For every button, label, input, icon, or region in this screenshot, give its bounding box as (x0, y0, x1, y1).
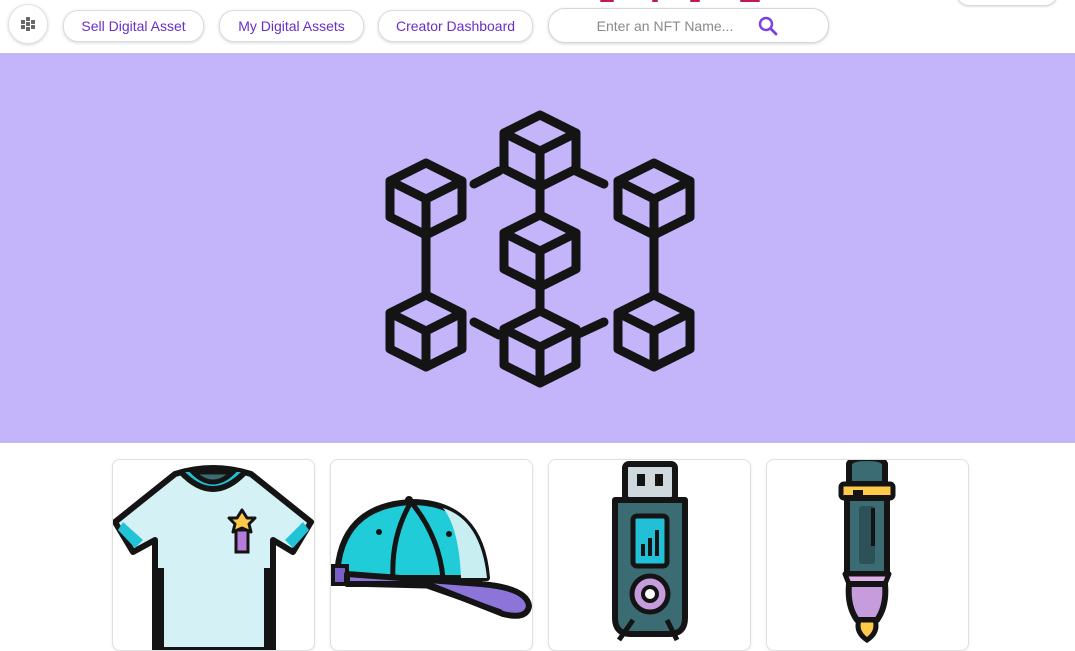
search-icon (758, 16, 778, 36)
creator-dashboard-button[interactable]: Creator Dashboard (378, 10, 533, 42)
search-button[interactable] (757, 15, 779, 37)
tshirt-icon (113, 465, 314, 650)
nft-card[interactable] (766, 459, 969, 651)
sell-digital-asset-button[interactable]: Sell Digital Asset (63, 10, 204, 42)
account-button[interactable] (956, 0, 1058, 6)
blockchain-icon (380, 99, 700, 391)
nft-card[interactable] (330, 459, 533, 651)
hero-banner (0, 53, 1075, 443)
usb-drive-icon (612, 461, 688, 642)
my-digital-assets-button[interactable]: My Digital Assets (219, 10, 364, 42)
logo-button[interactable] (8, 4, 48, 44)
pen-icon (838, 460, 896, 644)
top-navbar: Sell Digital Asset My Digital Assets Cre… (0, 0, 1075, 53)
nft-card[interactable] (548, 459, 751, 651)
network-icon (21, 17, 35, 31)
top-edge-fragment (600, 0, 770, 3)
cap-icon (331, 496, 532, 619)
search-input[interactable] (567, 9, 763, 42)
nft-card[interactable] (112, 459, 315, 651)
search-bar (548, 8, 829, 43)
